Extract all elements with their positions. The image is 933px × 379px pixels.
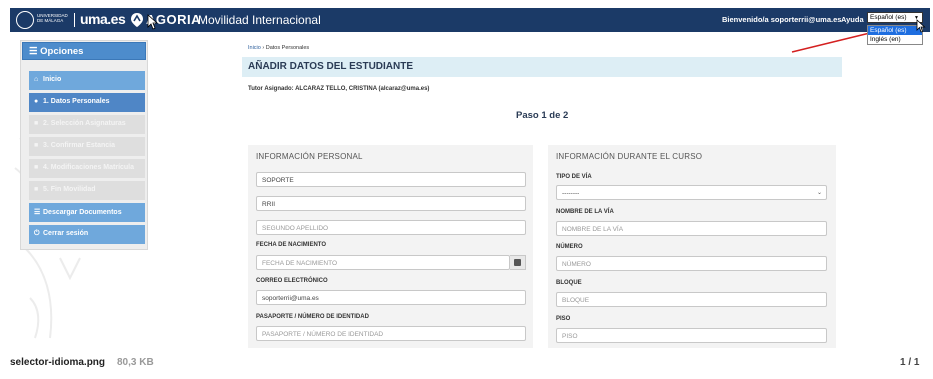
sidebar-item-seleccion-asignaturas: ■ 2. Selección Asignaturas <box>29 115 145 134</box>
second-surname-field[interactable]: SEGUNDO APELLIDO <box>256 220 526 235</box>
list-icon: ■ <box>34 186 39 193</box>
sidebar-item-inicio[interactable]: ⌂ Inicio <box>29 71 145 90</box>
power-icon: ⏻ <box>34 230 40 237</box>
sidebar-header: ☰ Opciones <box>22 42 146 60</box>
personal-info-panel: INFORMACIÓN PERSONAL SOPORTE RRII SEGUND… <box>248 145 533 348</box>
list-icon: ■ <box>34 120 39 127</box>
university-logo-text: UNIVERSIDAD DE MÁLAGA <box>37 13 68 23</box>
language-option-es[interactable]: Español (es) <box>868 26 922 35</box>
first-name-field[interactable]: SOPORTE <box>256 172 526 187</box>
sidebar-item-label: 5. Fin Movilidad <box>43 186 96 193</box>
email-label: CORREO ELECTRÓNICO <box>256 278 328 284</box>
floor-field[interactable]: PISO <box>556 328 827 343</box>
list-icon: ■ <box>34 164 39 171</box>
home-icon: ⌂ <box>34 76 39 83</box>
list-icon: ☰ <box>29 46 41 57</box>
road-type-value: -------- <box>562 190 580 197</box>
help-link[interactable]: Ayuda <box>841 15 864 24</box>
step-indicator: Paso 1 de 2 <box>516 110 569 121</box>
birth-date-field[interactable]: FECHA DE NACIMIENTO <box>256 255 510 270</box>
sidebar-item-label: 2. Selección Asignaturas <box>43 120 126 127</box>
sidebar-item-fin-movilidad: ■ 5. Fin Movilidad <box>29 181 145 200</box>
logo-divider <box>74 13 75 27</box>
email-field[interactable]: soporterrii@uma.es <box>256 290 526 305</box>
number-field[interactable]: NÚMERO <box>556 256 827 271</box>
floor-label: PISO <box>556 316 571 322</box>
breadcrumb-current: Datos Personales <box>265 45 310 51</box>
university-seal-icon <box>16 11 34 29</box>
sidebar-item-label: 4. Modificaciones Matrícula <box>43 164 135 171</box>
sidebar-item-modificaciones-matricula: ■ 4. Modificaciones Matrícula <box>29 159 145 178</box>
sidebar-item-cerrar-sesion[interactable]: ⏻ Cerrar sesión <box>29 225 145 244</box>
road-name-field[interactable]: NOMBRE DE LA VÍA <box>556 221 827 236</box>
block-field[interactable]: BLOQUE <box>556 292 827 307</box>
road-type-select[interactable]: -------- ⌄ <box>556 185 827 200</box>
app-title: Movilidad Internacional <box>198 13 321 27</box>
passport-field[interactable]: PASAPORTE / NÚMERO DE IDENTIDAD <box>256 326 526 341</box>
mouse-cursor-icon <box>916 19 926 33</box>
language-dropdown: Español (es) Inglés (en) <box>867 25 923 45</box>
sidebar-item-label: Cerrar sesión <box>43 230 89 237</box>
course-info-panel: INFORMACIÓN DURANTE EL CURSO TIPO DE VÍA… <box>548 145 836 348</box>
page-counter: 1 / 1 <box>900 357 920 368</box>
language-select[interactable]: Español (es) ▼ <box>867 12 923 23</box>
app-screenshot: UNIVERSIDAD DE MÁLAGA uma.es AGORIA Movi… <box>10 8 930 348</box>
mouse-cursor-icon <box>147 14 159 30</box>
sidebar-item-label: 3. Confirmar Estancia <box>43 142 115 149</box>
user-icon: ● <box>34 98 39 105</box>
chevron-down-icon: ⌄ <box>816 190 822 196</box>
list-icon: ☰ <box>34 209 41 216</box>
language-select-value: Español (es) <box>870 14 907 21</box>
agoria-logo-icon <box>131 13 143 27</box>
sidebar-item-datos-personales[interactable]: ● 1. Datos Personales <box>29 93 145 112</box>
page-title: AÑADIR DATOS DEL ESTUDIANTE <box>242 57 842 77</box>
calendar-icon <box>514 259 521 266</box>
sidebar-item-confirmar-estancia: ■ 3. Confirmar Estancia <box>29 137 145 156</box>
personal-info-title: INFORMACIÓN PERSONAL <box>256 152 363 161</box>
list-icon: ■ <box>34 142 39 149</box>
breadcrumb: Inicio › Datos Personales <box>248 45 309 51</box>
first-surname-field[interactable]: RRII <box>256 196 526 211</box>
sidebar-item-descargar-documentos[interactable]: ☰ Descargar Documentos <box>29 203 145 222</box>
assigned-tutor: Tutor Asignado: ALCARAZ TELLO, CRISTINA … <box>248 86 430 92</box>
language-option-en[interactable]: Inglés (en) <box>868 35 922 44</box>
sidebar-item-label: Inicio <box>43 76 62 83</box>
road-type-label: TIPO DE VÍA <box>556 174 592 180</box>
number-label: NÚMERO <box>556 244 583 250</box>
sidebar-title: Opciones <box>40 46 84 57</box>
file-name: selector-idioma.png <box>10 357 106 368</box>
sidebar-item-label: 1. Datos Personales <box>43 98 110 105</box>
umaes-logo[interactable]: uma.es <box>80 11 126 27</box>
sidebar: ☰ Opciones ⌂ Inicio ● 1. Datos Personales … <box>20 40 148 250</box>
birth-date-label: FECHA DE NACIMIENTO <box>256 242 327 248</box>
road-name-label: NOMBRE DE LA VÍA <box>556 209 614 215</box>
calendar-button[interactable] <box>510 255 526 270</box>
welcome-user: Bienvenido/a soporterrii@uma.es <box>722 15 842 24</box>
breadcrumb-home[interactable]: Inicio <box>248 45 261 51</box>
file-size: 80,3 KB <box>117 357 154 368</box>
passport-label: PASAPORTE / NÚMERO DE IDENTIDAD <box>256 314 369 320</box>
block-label: BLOQUE <box>556 280 582 286</box>
sidebar-item-label: Descargar Documentos <box>43 209 122 216</box>
course-info-title: INFORMACIÓN DURANTE EL CURSO <box>556 152 703 161</box>
